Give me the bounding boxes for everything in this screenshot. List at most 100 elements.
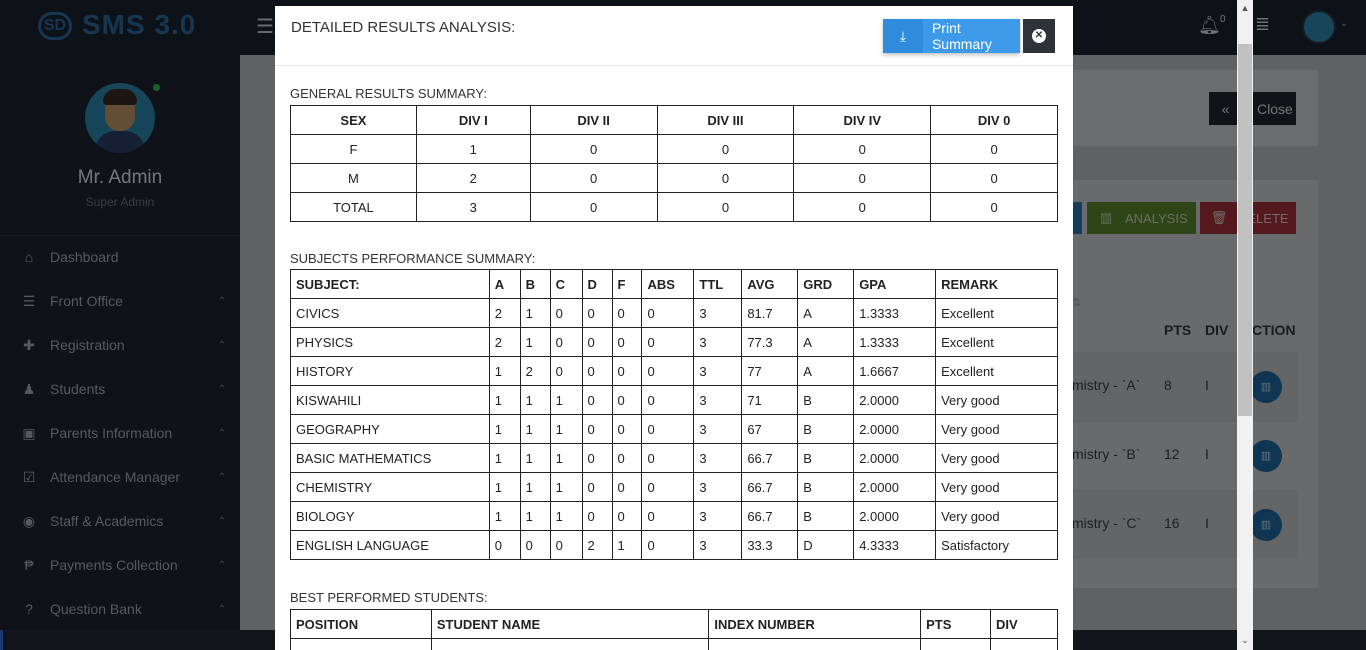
table-cell: 1 — [519, 327, 551, 357]
scrollbar-thumb[interactable] — [1238, 44, 1252, 416]
table-row: GEOGRAPHY 1 1 1 0 0 0 3 67 B 2.0000 Very good — [290, 414, 1058, 444]
table-cell: 0 — [581, 356, 613, 386]
table-cell: 1 — [519, 414, 551, 444]
table-cell: Very good — [935, 472, 1058, 502]
table-cell: 0 — [930, 134, 1058, 164]
table-cell: BIOLOGY — [290, 501, 490, 531]
print-summary-label: Print Summary — [931, 20, 992, 52]
column-header: B — [519, 269, 551, 299]
table-cell: 0 — [549, 356, 583, 386]
table-cell: Very good — [935, 414, 1058, 444]
table-cell: 0 — [611, 472, 643, 502]
table-row: ENGLISH LANGUAGE 0 0 0 2 1 0 3 33.3 D 4.3333 Satisf… — [290, 530, 1058, 560]
table-cell: 1 — [488, 385, 521, 415]
table-cell: 0 — [611, 385, 643, 415]
best-students-table: POSITION STUDENT NAME INDEX NUMBER PTS DIV — [290, 609, 1058, 650]
table-cell: 77.3 — [741, 327, 799, 357]
column-header: REMARK — [935, 269, 1058, 299]
table-cell: 3 — [693, 501, 743, 531]
table-cell: 1 — [519, 472, 551, 502]
table-cell: 0 — [656, 163, 795, 193]
column-header: DIV 0 — [930, 105, 1058, 135]
table-cell: 66.7 — [741, 443, 799, 473]
column-header: C — [549, 269, 583, 299]
close-modal-button[interactable]: ✕ — [1023, 19, 1055, 53]
scroll-down-icon[interactable]: ⌄ — [1237, 632, 1253, 648]
table-cell: 0 — [641, 414, 695, 444]
table-cell: Very good — [935, 443, 1058, 473]
modal-header: DETAILED RESULTS ANALYSIS: ⤓ Print Summa… — [275, 6, 1073, 66]
print-summary-button[interactable]: ⤓ Print Summary — [883, 19, 1020, 53]
table-cell: 0 — [930, 163, 1058, 193]
table-cell: 0 — [529, 163, 658, 193]
column-header: DIV II — [529, 105, 658, 135]
table-cell: B — [797, 443, 855, 473]
table-cell: 0 — [581, 385, 613, 415]
table-cell: 0 — [611, 501, 643, 531]
table-cell: 3 — [693, 443, 743, 473]
table-cell: 1 — [549, 443, 583, 473]
table-cell: 0 — [656, 134, 795, 164]
scroll-up-icon[interactable]: ▲ — [1237, 0, 1253, 16]
table-cell: F — [290, 134, 417, 164]
table-cell: A — [797, 298, 855, 328]
table-cell: PHYSICS — [290, 327, 490, 357]
table-cell: 0 — [529, 134, 658, 164]
table-cell: 2.0000 — [853, 472, 937, 502]
column-header: GRD — [797, 269, 855, 299]
column-header: TTL — [693, 269, 743, 299]
table-row: KISWAHILI 1 1 1 0 0 0 3 71 B 2.0000 Very good — [290, 385, 1058, 415]
table-cell: 1 — [549, 414, 583, 444]
table-row: M20000 — [290, 163, 1058, 193]
table-cell: 0 — [641, 501, 695, 531]
table-cell: 0 — [611, 414, 643, 444]
table-header-row: SEX DIV I DIV II DIV III DIV IV DIV 0 — [290, 105, 1058, 135]
table-cell: 0 — [581, 327, 613, 357]
table-cell: B — [797, 414, 855, 444]
table-cell: 3 — [693, 472, 743, 502]
table-cell: 1.3333 — [853, 298, 937, 328]
close-icon: ✕ — [1032, 29, 1046, 43]
table-row: BIOLOGY 1 1 1 0 0 0 3 66.7 B 2.0000 Very good — [290, 501, 1058, 531]
table-cell: 0 — [549, 298, 583, 328]
table-header-row: SUBJECT: A B C D F ABS TTL AVG GRD GPA REMARK — [290, 269, 1058, 299]
column-header: DIV I — [415, 105, 531, 135]
table-row: BASIC MATHEMATICS 1 1 1 0 0 0 3 66.7 B 2.0000 Very … — [290, 443, 1058, 473]
column-header: SEX — [290, 105, 417, 135]
column-header: SUBJECT: — [290, 269, 490, 299]
table-cell: 0 — [611, 443, 643, 473]
subjects-performance-table: SUBJECT: A B C D F ABS TTL AVG GRD GPA REMARK CIVIC… — [290, 269, 1058, 560]
table-cell: 2 — [488, 327, 521, 357]
table-cell: 0 — [641, 298, 695, 328]
table-cell: 1 — [519, 443, 551, 473]
column-header: DIV IV — [793, 105, 932, 135]
table-cell: 0 — [793, 192, 932, 222]
subjects-summary-title: SUBJECTS PERFORMANCE SUMMARY: — [290, 251, 536, 266]
table-cell: 0 — [581, 298, 613, 328]
table-cell: Excellent — [935, 356, 1058, 386]
table-cell: B — [797, 472, 855, 502]
table-cell: 1 — [549, 501, 583, 531]
column-header: DIV — [990, 609, 1058, 639]
table-row — [290, 638, 1058, 650]
general-results-table: SEX DIV I DIV II DIV III DIV IV DIV 0 F10000M… — [290, 105, 1058, 222]
table-cell: 1 — [611, 530, 643, 560]
table-cell: BASIC MATHEMATICS — [290, 443, 490, 473]
table-cell: Very good — [935, 385, 1058, 415]
table-cell: B — [797, 385, 855, 415]
table-cell: 3 — [693, 385, 743, 415]
table-cell: TOTAL — [290, 192, 417, 222]
table-cell: 1 — [549, 472, 583, 502]
table-cell: 2 — [581, 530, 613, 560]
table-cell: 0 — [529, 192, 658, 222]
table-cell: B — [797, 501, 855, 531]
column-header: ABS — [641, 269, 695, 299]
table-cell: GEOGRAPHY — [290, 414, 490, 444]
column-header: F — [611, 269, 643, 299]
table-cell: 0 — [581, 501, 613, 531]
table-cell: 1 — [415, 134, 531, 164]
table-cell: 0 — [641, 530, 695, 560]
table-cell: 33.3 — [741, 530, 799, 560]
column-header: POSITION — [290, 609, 432, 639]
table-cell: 0 — [611, 327, 643, 357]
